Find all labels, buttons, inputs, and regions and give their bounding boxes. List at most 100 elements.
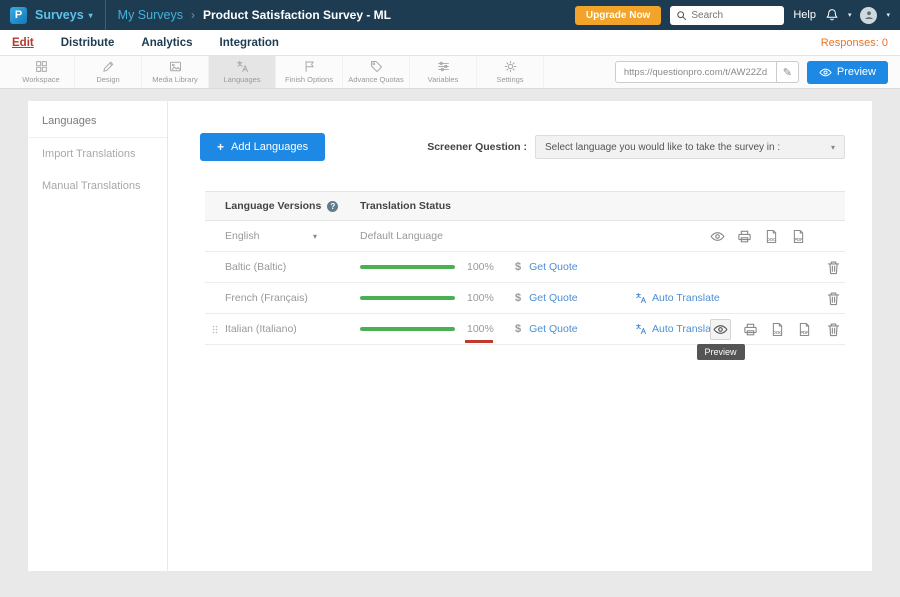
language-name: Baltic (Baltic) [225,261,286,273]
delete-trash-icon[interactable] [826,322,841,337]
print-icon[interactable] [743,322,758,337]
search-box[interactable] [670,6,784,25]
print-icon[interactable] [737,229,752,244]
chevron-down-icon[interactable]: ▾ [886,11,890,19]
avatar[interactable] [860,7,877,24]
topbar: P Surveys ▾ My Surveys › Product Satisfa… [0,0,900,30]
survey-url-box: ✎ [615,61,799,83]
help-link[interactable]: Help [793,9,816,21]
variables-sliders-icon [437,60,450,73]
toolbar-item-finish-options[interactable]: Finish Options [276,56,343,88]
dollar-icon: $ [515,323,521,335]
auto-translate-link[interactable]: Auto Translate [652,292,720,304]
edit-url-pencil-icon[interactable]: ✎ [776,61,798,83]
sidebar-item-languages[interactable]: Languages [28,105,167,138]
upgrade-now-button[interactable]: Upgrade Now [575,6,661,25]
survey-url-input[interactable] [616,67,776,78]
translation-progress-bar [360,265,455,269]
toolbar-item-advance-quotas[interactable]: Advance Quotas [343,56,410,88]
finish-options-flag-icon [303,60,316,73]
translate-icon [635,292,647,304]
breadcrumb-my-surveys[interactable]: My Surveys [118,8,183,22]
progress-percent: 100% [467,261,494,273]
language-name: English [225,230,259,242]
dollar-icon: $ [515,292,521,304]
tab-distribute[interactable]: Distribute [61,37,115,49]
drag-handle[interactable] [210,323,220,339]
sidebar-item-import-translations[interactable]: Import Translations [28,138,167,170]
preview-tooltip: Preview [696,344,744,360]
design-pencil-icon [102,60,115,73]
preview-button[interactable]: Preview [807,61,888,84]
table-row-french: French (Français) 100% $ Get Quote [205,283,845,314]
eye-icon [819,66,832,79]
main-nav-tabs: Edit Distribute Analytics Integration Re… [0,30,900,56]
screener-question-label: Screener Question : [427,141,527,153]
languages-panel: + Add Languages Screener Question : Sele… [168,101,872,571]
add-languages-button[interactable]: + Add Languages [200,133,325,161]
language-name: French (Français) [225,292,308,304]
red-annotation-underline [465,340,493,343]
surveys-product-menu[interactable]: Surveys ▾ [35,8,93,22]
tab-edit[interactable]: Edit [12,37,34,49]
toolbar-item-media-library[interactable]: Media Library [142,56,209,88]
help-circle-icon[interactable]: ? [327,201,338,212]
get-quote-link[interactable]: Get Quote [529,261,577,273]
languages-table: Language Versions? Translation Status En… [205,191,845,345]
panel-top: + Add Languages Screener Question : Sele… [168,101,872,161]
col-translation-status: Translation Status [360,200,515,212]
questionpro-logo[interactable]: P [10,7,27,24]
preview-eye-icon[interactable] [710,229,725,244]
survey-title: Product Satisfaction Survey - ML [203,8,391,22]
col-language-versions: Language Versions [225,200,321,212]
screener-question-select[interactable]: Select language you would like to take t… [535,135,845,159]
chevron-down-icon: ▾ [313,232,317,241]
screener-question-group: Screener Question : Select language you … [427,135,845,159]
content-area: Languages Import Translations Manual Tra… [0,89,900,597]
toolbar-item-languages[interactable]: Languages [209,56,276,88]
translation-progress-bar [360,327,455,331]
delete-trash-icon[interactable] [826,260,841,275]
user-icon [863,9,875,21]
dollar-icon: $ [515,261,521,273]
get-quote-link[interactable]: Get Quote [529,323,577,335]
default-language-select[interactable]: English ▾ [225,230,317,242]
toolbar-item-settings[interactable]: Settings [477,56,544,88]
search-input[interactable] [691,10,778,21]
progress-percent: 100% [467,292,494,304]
search-icon [676,10,687,21]
delete-trash-icon[interactable] [826,291,841,306]
tab-analytics[interactable]: Analytics [141,37,192,49]
get-quote-link[interactable]: Get Quote [529,292,577,304]
notifications-bell-icon[interactable] [825,8,839,22]
toolbar-item-workspace[interactable]: Workspace [8,56,75,88]
tab-integration[interactable]: Integration [220,37,279,49]
doc-file-icon[interactable]: DOC [764,229,779,244]
chevron-down-icon[interactable]: ▾ [848,11,852,19]
default-language-label: Default Language [360,230,443,242]
preview-eye-icon[interactable]: Preview [710,319,731,340]
pdf-file-icon[interactable]: PDF [791,229,806,244]
translation-progress-bar [360,296,455,300]
chevron-down-icon: ▾ [89,11,93,20]
topbar-right: Upgrade Now Help ▾ ▾ [575,6,890,25]
surveys-label: Surveys [35,8,84,22]
pdf-file-icon[interactable]: PDF [797,322,812,337]
settings-gear-icon [504,60,517,73]
plus-icon: + [217,140,224,154]
workspace-grid-icon [35,60,48,73]
toolbar-item-variables[interactable]: Variables [410,56,477,88]
language-name: Italian (Italiano) [225,323,297,335]
responses-count[interactable]: Responses: 0 [821,37,888,49]
table-row-english: English ▾ Default Language DOC PDF [205,221,845,252]
toolbar-item-design[interactable]: Design [75,56,142,88]
svg-text:PDF: PDF [800,330,809,335]
sidebar-item-manual-translations[interactable]: Manual Translations [28,170,167,202]
translate-icon [635,323,647,335]
media-library-image-icon [169,60,182,73]
doc-file-icon[interactable]: DOC [770,322,785,337]
svg-text:DOC: DOC [773,330,783,335]
progress-percent: 100% [467,323,494,335]
table-header: Language Versions? Translation Status [205,191,845,221]
languages-sidebar: Languages Import Translations Manual Tra… [28,101,168,571]
